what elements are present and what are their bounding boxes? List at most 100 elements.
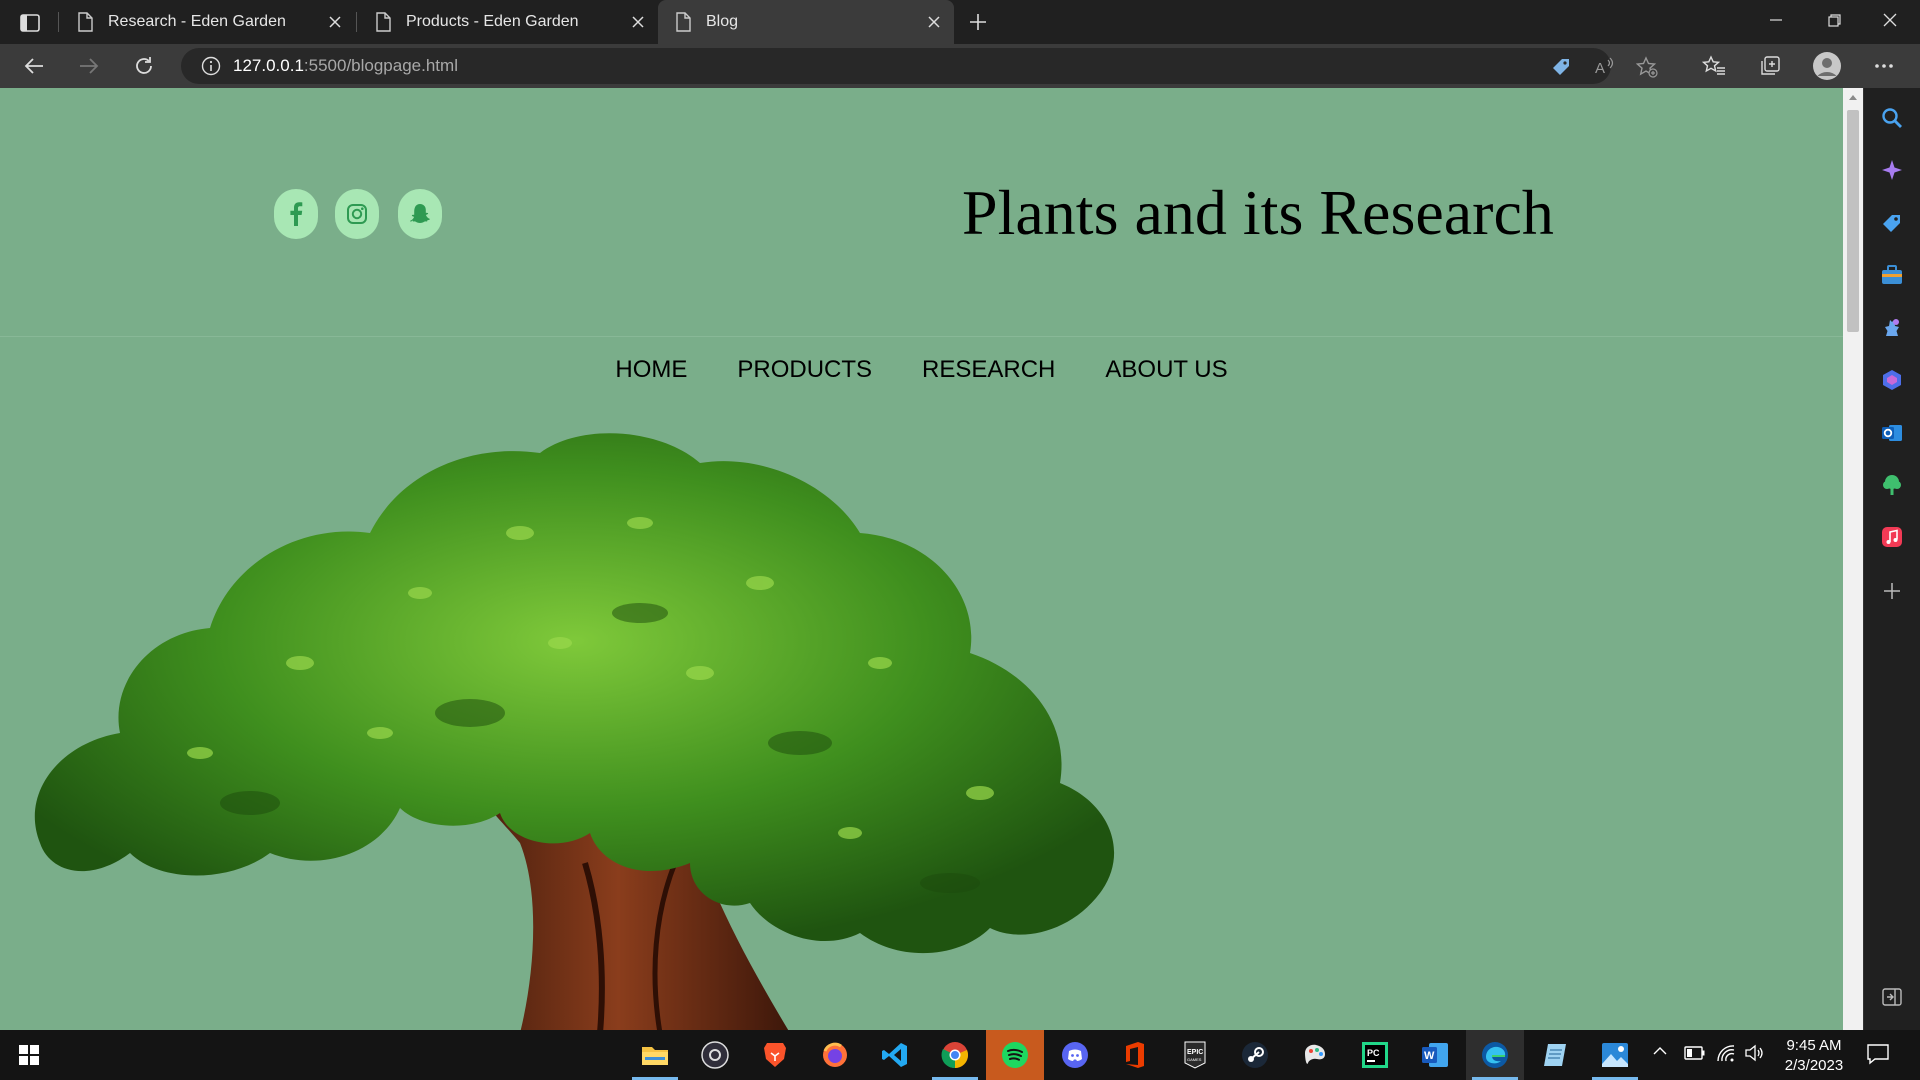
settings-menu-button[interactable]	[1862, 44, 1906, 88]
restore-button[interactable]	[1810, 0, 1858, 40]
word-app[interactable]: W	[1406, 1030, 1464, 1080]
shopping-tag-icon[interactable]	[1550, 56, 1572, 78]
collections-button[interactable]	[1748, 44, 1792, 88]
page-icon	[376, 12, 391, 32]
svg-text:GAMES: GAMES	[1187, 1057, 1202, 1062]
tree-app-icon[interactable]	[1878, 471, 1906, 499]
office-app[interactable]	[1106, 1030, 1164, 1080]
snapchat-button[interactable]	[398, 189, 442, 239]
back-button[interactable]	[12, 44, 56, 88]
volume-icon[interactable]	[1744, 1044, 1764, 1067]
outlook-icon[interactable]	[1878, 419, 1906, 447]
close-tab-icon[interactable]	[321, 8, 349, 36]
url-path: :5500/blogpage.html	[303, 56, 458, 75]
edge-icon	[1482, 1042, 1508, 1068]
snapchat-icon	[410, 204, 430, 223]
brave-app[interactable]	[746, 1030, 804, 1080]
address-bar[interactable]: 127.0.0.1:5500/blogpage.html A	[181, 48, 1658, 84]
facebook-button[interactable]	[274, 189, 318, 239]
url-host: 127.0.0.1	[233, 56, 304, 75]
svg-text:A: A	[1595, 60, 1605, 77]
avatar-icon	[1813, 52, 1841, 80]
obs-app[interactable]	[686, 1030, 744, 1080]
vscode-app[interactable]	[866, 1030, 924, 1080]
read-aloud-icon[interactable]: A	[1593, 56, 1615, 78]
vscode-icon	[882, 1043, 907, 1067]
nav-about-us[interactable]: ABOUT US	[1105, 356, 1227, 396]
close-tab-icon[interactable]	[624, 8, 652, 36]
tab-title: Blog	[706, 13, 739, 30]
tab-blog[interactable]: Blog	[658, 0, 954, 44]
main-nav: HOME PRODUCTS RESEARCH ABOUT US	[0, 356, 1843, 396]
forward-arrow-icon	[80, 58, 99, 74]
nav-products[interactable]: PRODUCTS	[737, 356, 872, 396]
add-favorite-icon[interactable]	[1636, 56, 1658, 78]
windows-logo-icon	[19, 1045, 39, 1065]
scroll-thumb[interactable]	[1847, 110, 1859, 332]
notes-app[interactable]	[1526, 1030, 1584, 1080]
nav-research[interactable]: RESEARCH	[922, 356, 1055, 396]
chrome-icon	[941, 1042, 968, 1069]
pycharm-icon: PC	[1362, 1042, 1388, 1068]
music-icon[interactable]	[1878, 523, 1906, 551]
url-text[interactable]: 127.0.0.1:5500/blogpage.html	[233, 56, 458, 76]
games-icon[interactable]	[1878, 314, 1906, 342]
facebook-icon	[290, 202, 303, 226]
refresh-icon	[136, 57, 152, 74]
search-icon[interactable]	[1878, 104, 1906, 132]
tab-actions-button[interactable]	[14, 8, 46, 38]
tab-strip: Research - Eden Garden Products - Eden G…	[0, 0, 1920, 44]
wifi-icon[interactable]	[1716, 1044, 1736, 1067]
show-hidden-icons-icon[interactable]	[1652, 1043, 1668, 1064]
back-arrow-icon	[24, 58, 43, 74]
profile-button[interactable]	[1805, 44, 1849, 88]
info-icon[interactable]	[201, 56, 221, 76]
add-sidebar-app-icon[interactable]	[1878, 577, 1906, 605]
discover-sparkle-icon[interactable]	[1878, 156, 1906, 184]
close-tab-icon[interactable]	[920, 8, 948, 36]
file-explorer-app[interactable]	[626, 1030, 684, 1080]
tab-research[interactable]: Research - Eden Garden	[60, 0, 355, 44]
tools-icon[interactable]	[1878, 261, 1906, 289]
epic-games-icon: EPICGAMES	[1184, 1041, 1206, 1069]
refresh-button[interactable]	[122, 44, 166, 88]
page-icon	[78, 12, 93, 32]
close-window-button[interactable]	[1866, 0, 1914, 40]
office-icon	[1126, 1042, 1144, 1068]
tab-products[interactable]: Products - Eden Garden	[358, 0, 658, 44]
epic-games-app[interactable]: EPIC GAMES	[1166, 1030, 1224, 1080]
hide-sidebar-icon[interactable]	[1878, 983, 1906, 1011]
firefox-app[interactable]	[806, 1030, 864, 1080]
page-icon	[676, 12, 691, 32]
edge-app[interactable]	[1466, 1030, 1524, 1080]
spotify-icon	[1002, 1042, 1028, 1068]
steam-app[interactable]	[1226, 1030, 1284, 1080]
minimize-button[interactable]	[1752, 0, 1800, 40]
nav-home[interactable]: HOME	[615, 356, 687, 396]
clock-time: 9:45 AM	[1786, 1037, 1842, 1054]
start-button[interactable]	[0, 1030, 58, 1080]
instagram-button[interactable]	[335, 189, 379, 239]
forward-button[interactable]	[67, 44, 111, 88]
brave-lion-icon	[764, 1043, 786, 1067]
tab-separator	[58, 12, 59, 32]
more-icon	[1875, 64, 1893, 68]
favorites-button[interactable]	[1692, 44, 1736, 88]
page-scrollbar[interactable]	[1843, 88, 1863, 1030]
battery-icon[interactable]	[1684, 1046, 1706, 1065]
clock-date: 2/3/2023	[1784, 1057, 1844, 1074]
microsoft-365-icon[interactable]	[1878, 366, 1906, 394]
spotify-app[interactable]	[986, 1030, 1044, 1080]
snipping-app[interactable]	[1286, 1030, 1344, 1080]
system-clock[interactable]: 9:45 AM 2/3/2023	[1764, 1036, 1864, 1076]
discord-app[interactable]	[1046, 1030, 1104, 1080]
steam-icon	[1242, 1042, 1268, 1068]
shopping-icon[interactable]	[1878, 209, 1906, 237]
pycharm-app[interactable]: PC	[1346, 1030, 1404, 1080]
photos-app[interactable]	[1586, 1030, 1644, 1080]
new-tab-button[interactable]	[962, 6, 994, 38]
scroll-up-arrow-icon[interactable]	[1843, 88, 1863, 106]
chrome-app[interactable]	[926, 1030, 984, 1080]
notifications-icon[interactable]	[1866, 1042, 1890, 1071]
word-icon: W	[1422, 1043, 1448, 1067]
